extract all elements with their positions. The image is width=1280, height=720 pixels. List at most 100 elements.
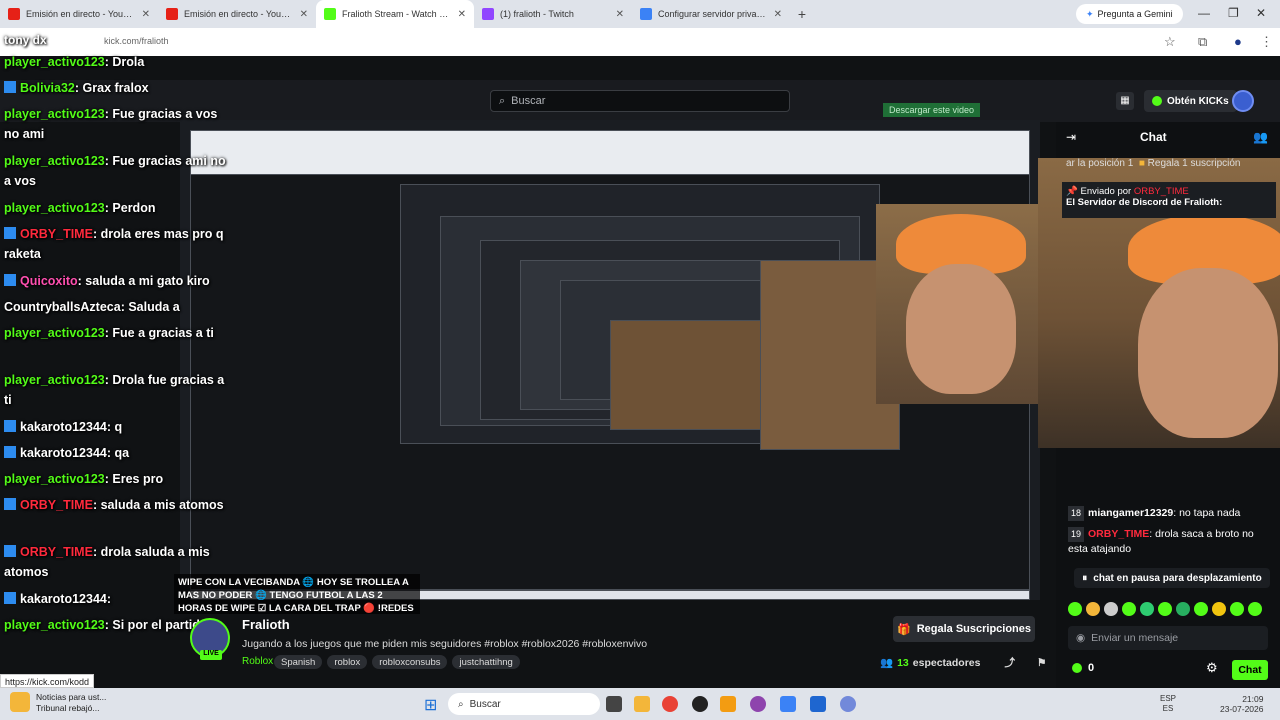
emote-icon[interactable] <box>1194 602 1208 616</box>
emote-icon[interactable] <box>1176 602 1190 616</box>
gift-subs-button[interactable]: 🎁 Regala Suscripciones <box>893 616 1035 642</box>
viewer-number: 13 <box>897 656 909 669</box>
collapse-chat-icon[interactable]: ⇥ <box>1066 130 1076 144</box>
overlay-chat-text: : q <box>106 420 123 434</box>
overlay-chat-message: kakaroto12344: qa <box>4 443 230 463</box>
maximize-icon[interactable]: ❐ <box>1228 6 1239 20</box>
emote-icon[interactable] <box>1248 602 1262 616</box>
pinned-message[interactable]: 📌 Enviado por ORBY_TIME El Servidor de D… <box>1062 182 1276 218</box>
tag[interactable]: roblox <box>327 655 368 669</box>
share-icon[interactable]: ⤴ <box>1004 655 1015 670</box>
emote-icon[interactable] <box>1140 602 1154 616</box>
emote-icon[interactable] <box>1230 602 1244 616</box>
overlay-chat-username: player_activo123 <box>4 326 105 340</box>
extensions-icon[interactable]: ⧉ <box>1198 34 1207 50</box>
taskbar: Noticias para ust... Tribunal rebajó... ⊞… <box>0 688 1280 720</box>
overlay-chat-text: : qa <box>106 446 130 460</box>
tag[interactable]: robloxconsubs <box>372 655 448 669</box>
send-chat-button[interactable]: Chat <box>1232 660 1268 680</box>
emote-bar <box>1068 602 1262 616</box>
profile-icon[interactable]: ● <box>1234 34 1242 49</box>
task-view-icon[interactable] <box>606 696 622 712</box>
emote-icon[interactable] <box>1068 602 1082 616</box>
overlay-chat-message: Quicoxito: saluda a mi gato kiro <box>4 271 230 291</box>
emote-icon[interactable] <box>1158 602 1172 616</box>
kick-balance[interactable]: 0 <box>1072 662 1094 674</box>
chat-badge: 19 <box>1068 527 1085 542</box>
stream-category[interactable]: Roblox <box>242 656 273 667</box>
browser-tab[interactable]: Emisión en directo - YouTube S ✕ <box>158 0 316 28</box>
tab-label: Configurar servidor privado - R <box>658 9 768 19</box>
app-icon[interactable] <box>810 696 826 712</box>
tag[interactable]: justchattihng <box>452 655 520 669</box>
emote-icon[interactable] <box>1086 602 1100 616</box>
gear-icon[interactable]: ⚙ <box>1206 660 1218 676</box>
app-icon[interactable] <box>692 696 708 712</box>
report-icon[interactable]: ⚑ <box>1037 657 1046 669</box>
search-placeholder: Buscar <box>511 95 546 107</box>
layout-icon[interactable]: ▦ <box>1116 92 1134 110</box>
windows-start-icon[interactable]: ⊞ <box>424 695 437 715</box>
emoji-picker-icon[interactable]: ◉ <box>1076 632 1085 644</box>
chat-badge-icon <box>4 592 16 604</box>
emote-icon[interactable] <box>1212 602 1226 616</box>
overlay-chat-text: : Saluda a <box>120 300 180 314</box>
users-icon[interactable]: 👥 <box>1253 130 1268 144</box>
discord-icon[interactable] <box>840 696 856 712</box>
overlay-chat-username: kakaroto12344 <box>20 420 107 434</box>
chat-badge: 18 <box>1068 506 1085 521</box>
chat-username[interactable]: ORBY_TIME <box>1088 528 1149 540</box>
streamer-name[interactable]: Fralioth <box>242 617 290 632</box>
tag[interactable]: Spanish <box>274 655 323 669</box>
chrome-icon[interactable] <box>662 696 678 712</box>
overlay-chat-username: Quicoxito <box>20 274 78 288</box>
overlay-chat-message: player_activo123: Eres pro <box>4 469 230 489</box>
tag-list: Spanish roblox robloxconsubs justchattih… <box>274 655 520 669</box>
chat-badge-icon <box>4 274 16 286</box>
star-icon[interactable]: ☆ <box>1164 34 1176 50</box>
overlay-chat-username: ORBY_TIME <box>20 498 93 512</box>
overlay-chat-username: player_activo123 <box>4 107 105 121</box>
browser-tab[interactable]: Configurar servidor privado - R ✕ <box>632 0 790 28</box>
file-explorer-icon[interactable] <box>634 696 650 712</box>
language-indicator[interactable]: ESP ES <box>1160 694 1176 714</box>
vlc-icon[interactable] <box>720 696 736 712</box>
message-input[interactable]: ◉ Enviar un mensaje <box>1068 626 1268 650</box>
get-kicks-button[interactable]: Obtén KICKs <box>1144 90 1237 112</box>
wipe-overlay-text: WIPE CON LA VECIBANDA 🌐 HOY SE TROLLEA A… <box>174 574 420 614</box>
gemini-icon: ✦ <box>1086 8 1094 19</box>
minimize-icon[interactable]: — <box>1198 6 1210 20</box>
pinned-user[interactable]: ORBY_TIME <box>1134 186 1189 197</box>
chat-paused-banner[interactable]: ⏸ chat en pausa para desplazamiento <box>1074 568 1270 588</box>
clock-time: 21:09 <box>1242 694 1264 704</box>
gemini-button[interactable]: ✦ Pregunta a Gemini <box>1076 4 1183 24</box>
browser-tab-active[interactable]: Fralioth Stream - Watch Live on ✕ <box>316 0 474 28</box>
gift-subs-label: Regala Suscripciones <box>916 623 1032 635</box>
close-icon[interactable]: ✕ <box>458 9 466 20</box>
overlay-chat-message: ORBY_TIME: saluda a mis atomos <box>4 495 230 515</box>
chat-username[interactable]: miangamer12329 <box>1088 507 1173 519</box>
news-widget[interactable]: Noticias para ust... Tribunal rebajó... <box>10 692 106 714</box>
close-icon[interactable]: ✕ <box>616 9 624 20</box>
taskbar-search[interactable]: ⌕ Buscar <box>448 693 600 715</box>
window-close-icon[interactable]: ✕ <box>1256 6 1266 20</box>
browser-tab[interactable]: Emisión en directo - YouTube S ✕ <box>0 0 158 28</box>
app-icon[interactable] <box>750 696 766 712</box>
emote-icon[interactable] <box>1104 602 1118 616</box>
tab-label: Emisión en directo - YouTube S <box>184 9 294 19</box>
browser-tab[interactable]: (1) fralioth - Twitch ✕ <box>474 0 632 28</box>
download-video-banner[interactable]: Descargar este video <box>883 103 981 117</box>
gift-subscription-bar[interactable]: ar la posición 1 ■ Regala 1 suscripción <box>1066 158 1240 169</box>
menu-icon[interactable]: ⋮ <box>1260 34 1273 50</box>
new-tab-button[interactable]: + <box>790 6 814 22</box>
clock[interactable]: 21:09 23-07-2026 <box>1220 694 1263 714</box>
search-input[interactable]: ⌕ Buscar <box>490 90 790 112</box>
close-icon[interactable]: ✕ <box>774 9 782 20</box>
close-icon[interactable]: ✕ <box>142 9 150 20</box>
avatar[interactable] <box>1232 90 1254 112</box>
overlay-chat-text: : Perdon <box>104 201 156 215</box>
emote-icon[interactable] <box>1122 602 1136 616</box>
close-icon[interactable]: ✕ <box>300 9 308 20</box>
tab-label: (1) fralioth - Twitch <box>500 9 574 19</box>
app-icon[interactable] <box>780 696 796 712</box>
